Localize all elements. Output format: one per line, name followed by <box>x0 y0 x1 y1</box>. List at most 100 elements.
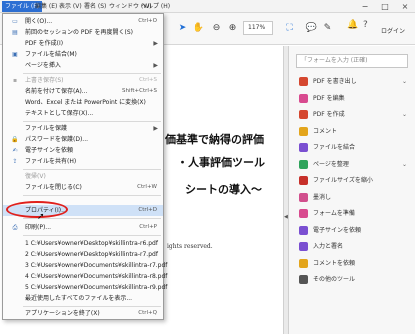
doc-heading-2: ・人事評価ツール <box>177 156 265 169</box>
tool-item[interactable]: PDF を書き出し ⌄ <box>299 76 411 88</box>
tool-label: 入力と署名 <box>313 243 344 250</box>
maximize-button[interactable]: □ <box>375 0 395 13</box>
recent-file-3[interactable]: 3 C:¥Users¥owner¥Documents¥skillintra-r7… <box>3 260 167 271</box>
combine-icon: ▣ <box>12 51 18 58</box>
menu-item-open[interactable]: ▭ 開く(O)... Ctrl+O <box>3 16 163 27</box>
tool-icon <box>299 110 308 119</box>
menu-item-show-recent[interactable]: 最近使用したすべてのファイルを表示... <box>3 293 163 304</box>
select-cursor-icon[interactable]: ➤ <box>176 22 189 35</box>
tool-label: フォームを準備 <box>313 210 355 217</box>
tool-label: コメント <box>313 127 338 135</box>
tool-item[interactable]: その他のツール <box>299 274 411 286</box>
tool-label: 墨消し <box>313 193 332 201</box>
recent-file-4[interactable]: 4 C:¥Users¥owner¥Documents¥skillintra-r8… <box>3 271 167 282</box>
tool-icon <box>299 77 308 86</box>
recent-file-2[interactable]: 2 C:¥Users¥owner¥Desktop¥skillintra-r7.p… <box>3 249 163 260</box>
menu-item-combine[interactable]: ▣ ファイルを結合(M) <box>3 49 163 60</box>
document-view[interactable]: 価基準で納得の評価 ・人事評価ツール シートの導入～ ights reserve… <box>165 46 283 334</box>
chevron-down-icon[interactable]: ⌄ <box>402 109 407 121</box>
tool-item[interactable]: ファイルサイズを縮小 <box>299 175 411 187</box>
menu-item-create-pdf[interactable]: PDF を作成(I) ▶ <box>3 38 163 49</box>
menu-item-insert-pages[interactable]: ページを挿入 ▶ <box>3 60 163 71</box>
recent-file-5[interactable]: 5 C:¥Users¥owner¥Documents¥skillintra-r9… <box>3 282 167 293</box>
menu-separator <box>23 235 161 236</box>
menu-item-save-as-text[interactable]: テキストとして保存(X)... <box>3 108 163 119</box>
printer-icon: ⎙ <box>12 224 18 231</box>
login-link[interactable]: ログイン <box>381 26 405 35</box>
submenu-arrow-icon: ▶ <box>153 125 158 132</box>
tool-item[interactable]: コメント <box>299 126 411 138</box>
tool-item[interactable]: フォームを準備 <box>299 208 411 220</box>
zoom-select[interactable]: 117% <box>243 21 273 35</box>
menu-item-share[interactable]: ⇪ ファイルを共有(H) <box>3 156 163 167</box>
menu-help[interactable]: ヘルプ (H) <box>138 1 173 12</box>
menu-separator <box>23 121 161 122</box>
tools-panel: 「フォームを入力 (正確) PDF を書き出し ⌄ PDF を編集 PDF を作成 ⌄ コ… <box>289 46 415 334</box>
tool-icon <box>299 126 308 136</box>
tool-search-input[interactable]: 「フォームを入力 (正確) <box>296 54 408 68</box>
submenu-arrow-icon: ▶ <box>153 62 158 69</box>
tool-icon <box>299 176 308 185</box>
mouse-cursor-icon: ➚ <box>37 212 45 222</box>
tool-label: その他のツール <box>313 276 356 283</box>
tool-label: PDF を書き出し <box>313 78 357 85</box>
menu-item-exit[interactable]: アプリケーションを終了(X) Ctrl+Q <box>3 308 163 319</box>
tool-item[interactable]: 入力と署名 <box>299 241 411 253</box>
minimize-button[interactable]: − <box>355 0 375 13</box>
menu-bar: ファイル (F) 編集 (E) 表示 (V) 署名 (S) ウィンドウ (W) … <box>0 0 415 13</box>
zoom-out-icon[interactable]: ⊖ <box>210 22 223 35</box>
menu-item-save-as[interactable]: 名前を付けて保存(A)... Shift+Ctrl+S <box>3 86 163 97</box>
tool-label: コメントを依頼 <box>313 259 356 267</box>
doc-copyright: ights reserved. <box>167 243 213 250</box>
menu-item-request-sign[interactable]: ✍ 電子サインを依頼 <box>3 145 163 156</box>
menu-separator <box>23 195 161 196</box>
hand-icon[interactable]: ✋ <box>192 22 205 35</box>
save-icon: ▪ <box>12 77 18 84</box>
fit-page-icon[interactable]: ⛶ <box>283 22 296 35</box>
tool-icon <box>299 225 308 235</box>
chevron-down-icon[interactable]: ⌄ <box>402 159 407 171</box>
close-window-button[interactable]: × <box>395 0 415 13</box>
tool-icon <box>299 258 308 268</box>
menu-item-protect[interactable]: ファイルを保護 ▶ <box>3 123 163 134</box>
menu-separator <box>23 169 161 170</box>
recent-icon: ▤ <box>12 29 18 36</box>
help-icon[interactable]: ? <box>363 20 368 30</box>
file-menu: ▭ 開く(O)... Ctrl+O ▤ 前回のセッションの PDF を再度開く(S… <box>2 13 167 320</box>
tool-item[interactable]: ページを整理 ⌄ <box>299 159 411 171</box>
submenu-arrow-icon: ▶ <box>153 40 158 47</box>
tool-label: ファイルを結合 <box>313 144 356 151</box>
collapse-arrow-icon[interactable]: ◀ <box>284 214 288 220</box>
tool-item[interactable]: PDF を作成 ⌄ <box>299 109 411 121</box>
tool-item[interactable]: コメントを依頼 <box>299 258 411 270</box>
menu-item-close[interactable]: ファイルを閉じる(C) Ctrl+W <box>3 182 163 193</box>
doc-heading-3: シートの導入～ <box>185 183 262 196</box>
menu-item-password-protect[interactable]: 🔒 パスワードを保護(D)... <box>3 134 163 145</box>
zoom-in-icon[interactable]: ⊕ <box>226 22 239 35</box>
lock-icon: 🔒 <box>11 136 19 143</box>
menu-item-save[interactable]: ▪ 上書き保存(S) Ctrl+S <box>3 75 163 86</box>
menu-separator <box>23 306 161 307</box>
signature-icon: ✍ <box>12 147 18 154</box>
tool-label: ページを整理 <box>313 160 349 168</box>
tool-icon <box>299 143 308 152</box>
tool-item[interactable]: PDF を編集 <box>299 93 411 105</box>
menu-item-save-as-office[interactable]: Word、Excel または PowerPoint に変換(X) <box>3 97 163 108</box>
tool-item[interactable]: 墨消し <box>299 192 411 204</box>
share-icon: ⇪ <box>12 158 18 165</box>
chevron-down-icon[interactable]: ⌄ <box>402 76 407 88</box>
menu-item-reopen[interactable]: ▤ 前回のセッションの PDF を再度開く(S) <box>3 27 163 38</box>
tool-icon <box>299 275 308 284</box>
comment-icon[interactable]: 💬 <box>305 22 318 35</box>
doc-heading-1: 価基準で納得の評価 <box>165 133 264 146</box>
pen-icon[interactable]: ✎ <box>321 22 334 35</box>
recent-file-1[interactable]: 1 C:¥Users¥owner¥Desktop¥skillintra-r6.p… <box>3 238 163 249</box>
tool-icon <box>299 93 308 103</box>
tool-icon <box>299 192 308 202</box>
tool-item[interactable]: ファイルを結合 <box>299 142 411 154</box>
bell-icon[interactable]: 🔔 <box>347 20 358 30</box>
tool-label: ファイルサイズを縮小 <box>313 177 373 184</box>
menu-item-revert[interactable]: 復帰(V) <box>3 171 163 182</box>
menu-item-print[interactable]: ⎙ 印刷(P)... Ctrl+P <box>3 222 163 233</box>
tool-item[interactable]: 電子サインを依頼 <box>299 225 411 237</box>
